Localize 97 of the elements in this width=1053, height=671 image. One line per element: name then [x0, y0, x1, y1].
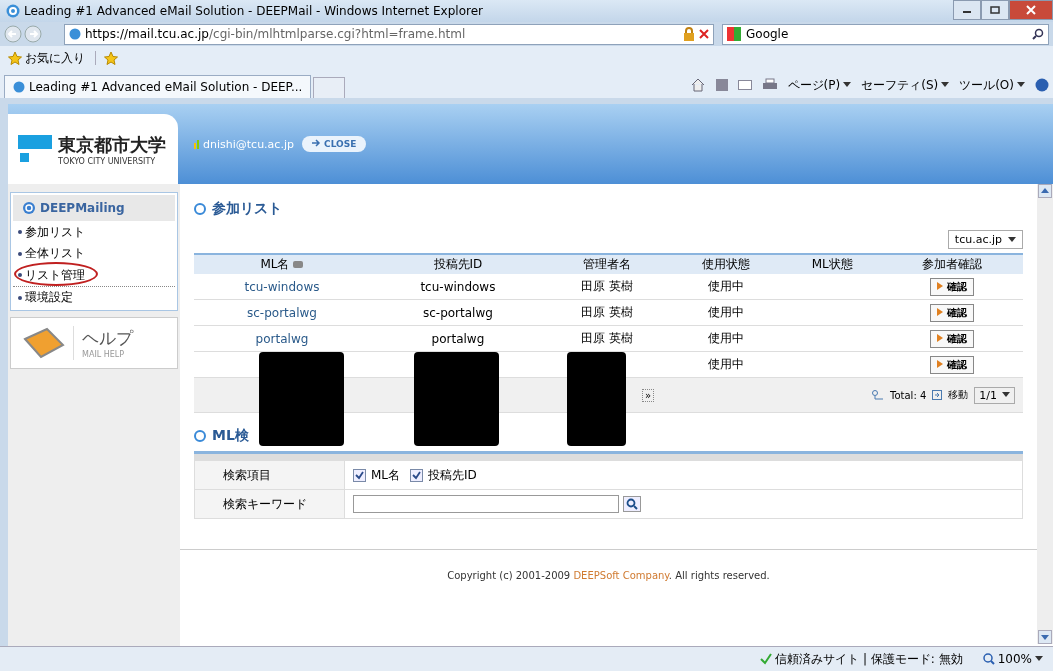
confirm-button[interactable]: 確認: [930, 303, 974, 322]
close-icon[interactable]: [1026, 5, 1036, 15]
sidebar-link[interactable]: 環境設定: [18, 289, 73, 306]
help-panel[interactable]: ヘルプ MAIL HELP: [10, 317, 178, 369]
field-label: 検索項目: [223, 467, 271, 482]
scrollbar[interactable]: [1037, 184, 1053, 644]
window-title: Leading #1 Advanced eMail Solution - DEEPMail - Windows Internet Explorer: [24, 4, 484, 18]
caret-icon: [1035, 656, 1043, 662]
stop-icon[interactable]: [699, 29, 709, 39]
mailing-list-link[interactable]: portalwg: [255, 331, 309, 346]
checkbox-label: ML名: [371, 466, 401, 484]
triangle-icon: [937, 281, 944, 290]
printer-icon[interactable]: [761, 78, 778, 92]
column-header: ML状態: [811, 257, 853, 271]
search-icon[interactable]: [1032, 28, 1044, 40]
table-cell: 使用中: [707, 279, 744, 293]
column-header: ML名: [260, 257, 290, 271]
sort-icon[interactable]: [293, 261, 304, 268]
keyword-input[interactable]: [353, 495, 619, 513]
maximize-icon[interactable]: [990, 6, 1000, 14]
table-cell: 使用中: [707, 357, 744, 371]
last-page-button[interactable]: »: [642, 388, 655, 402]
help-title: ヘルプ: [82, 327, 133, 350]
search-engine-icon: [727, 27, 741, 41]
mail-icon[interactable]: [737, 80, 752, 90]
university-logo-icon: [18, 135, 52, 163]
table-cell: sc-portalwg: [422, 305, 493, 320]
triangle-icon: [937, 307, 944, 316]
sidebar-link[interactable]: 全体リスト: [18, 245, 85, 262]
scroll-up-icon[interactable]: [1038, 184, 1052, 198]
favorites-button[interactable]: お気に入り: [8, 49, 85, 67]
university-subtitle: TOKYO CITY UNIVERSITY: [58, 156, 157, 166]
column-header: 使用状態: [701, 257, 750, 271]
column-header: 投稿先ID: [433, 257, 483, 271]
table-cell: tcu-windows: [420, 279, 496, 294]
column-header: 管理者名: [583, 257, 632, 271]
bar-chart-icon: [194, 139, 201, 149]
scroll-down-icon[interactable]: [1038, 630, 1052, 644]
total-count: Total: 4: [890, 389, 927, 401]
browser-tab[interactable]: Leading #1 Advanced eMail Solution - DEEP...: [4, 75, 312, 98]
column-header: 参加者確認: [922, 257, 983, 271]
refresh-icon: [23, 202, 35, 214]
home-icon[interactable]: [689, 78, 706, 92]
help-subtitle: MAIL HELP: [82, 350, 126, 359]
search-button[interactable]: [623, 496, 641, 512]
page-dropdown[interactable]: 1/1: [974, 386, 1015, 404]
caret-icon: [1017, 82, 1025, 88]
sidebar-title: DEEPMailing: [13, 195, 175, 221]
checkbox[interactable]: [410, 468, 424, 482]
close-session-button[interactable]: CLOSE: [301, 136, 367, 152]
copyright-text: Copyright (c) 2001-2009 DEEPSoft Company. All rights reserved.: [446, 569, 771, 581]
table-cell: 田原 英樹: [581, 279, 634, 293]
zoom-level[interactable]: 100%: [982, 652, 1043, 666]
confirm-button[interactable]: 確認: [930, 355, 974, 374]
mailing-list-link[interactable]: sc-portalwg: [247, 305, 317, 320]
zoom-icon: [982, 653, 995, 665]
triangle-icon: [937, 359, 944, 368]
book-icon: [21, 327, 65, 359]
add-favorite-icon[interactable]: [104, 51, 120, 65]
domain-dropdown[interactable]: tcu.ac.jp: [947, 230, 1023, 249]
command-menu[interactable]: セーフティ(S): [861, 76, 950, 94]
security-zone: 信頼済みサイト | 保護モード: 無効: [760, 650, 963, 668]
search-field[interactable]: Google: [722, 23, 1049, 45]
confirm-button[interactable]: 確認: [930, 329, 974, 348]
jump-icon: [932, 390, 943, 400]
sidebar-link[interactable]: リスト管理: [18, 266, 85, 284]
move-label: 移動: [948, 388, 969, 402]
university-name: 東京都市大学: [58, 132, 166, 157]
star-icon: [8, 51, 22, 65]
caret-icon: [843, 82, 852, 88]
table-cell: portalwg: [431, 331, 485, 346]
caret-icon: [1002, 392, 1010, 398]
lock-icon: [683, 27, 695, 41]
section-title: ML検: [194, 421, 1023, 451]
address-field[interactable]: https://mail.tcu.ac.jp/cgi-bin/mlhtmlparse.cgi?html=frame.html: [64, 23, 714, 45]
triangle-icon: [937, 333, 944, 342]
arrow-icon: [311, 139, 321, 147]
back-icon[interactable]: [4, 25, 22, 43]
checkbox[interactable]: [353, 468, 366, 482]
mailing-list-link[interactable]: tcu-windows: [244, 279, 320, 294]
user-email: dnishi@tcu.ac.jp: [203, 137, 294, 151]
table-cell: 使用中: [707, 331, 744, 345]
confirm-button[interactable]: 確認: [930, 277, 974, 296]
caret-icon: [1008, 236, 1016, 243]
checkbox-label: 投稿先ID: [428, 466, 477, 484]
field-label: 検索キーワード: [223, 496, 307, 511]
forward-icon[interactable]: [24, 25, 42, 43]
sidebar-link[interactable]: 参加リスト: [18, 223, 85, 241]
browser-icon: [6, 4, 20, 18]
caret-icon: [941, 82, 950, 88]
section-title: 参加リスト: [194, 194, 1023, 224]
check-icon: [760, 653, 773, 665]
table-cell: 田原 英樹: [581, 331, 634, 345]
command-menu[interactable]: ページ(P): [787, 76, 852, 94]
command-menu[interactable]: ツール(O): [959, 76, 1025, 94]
table-cell: 田原 英樹: [581, 305, 634, 319]
table-cell: 使用中: [707, 305, 744, 319]
